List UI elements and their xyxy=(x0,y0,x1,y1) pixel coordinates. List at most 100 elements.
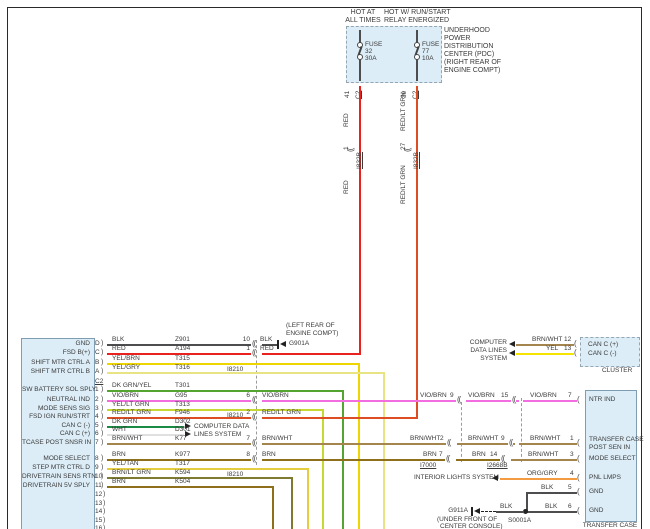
wire-pin: 5 xyxy=(568,484,572,491)
wire-color: BRN xyxy=(112,451,126,458)
wire-color: YEL/LT GRN xyxy=(112,401,150,408)
wire-label: BRN xyxy=(423,451,437,458)
module-pin-label: MODE SELECT xyxy=(43,455,90,462)
wire-bw-seg-mode xyxy=(511,459,579,461)
inline-connector-symbol xyxy=(251,349,257,357)
wire-red-label-1: RED xyxy=(343,113,350,127)
inline-connector-rlg-pin: 27 xyxy=(400,142,407,150)
inline-connector-red-pin: 1 xyxy=(343,146,350,150)
hot-at-all-times-label: HOT AT xyxy=(350,9,376,16)
fuse32-rating: 30A xyxy=(365,55,377,62)
wiring-diagram: HOT AT ALL TIMES HOT W/ RUN/START RELAY … xyxy=(0,0,650,529)
wire-orggry xyxy=(500,478,579,480)
wire-pin: 7 xyxy=(568,392,572,399)
wire-red-feed xyxy=(359,86,361,355)
ground-g911a-label: G911A xyxy=(448,507,468,514)
wire-vio-seg2 xyxy=(262,400,458,402)
module-pin-id: 6 xyxy=(95,430,99,437)
wire-pin: 14 xyxy=(490,451,498,458)
module-pin-id: 16 xyxy=(95,525,103,529)
inline-connector-red-id: I832B xyxy=(356,152,363,169)
module-pin-id: A xyxy=(95,368,100,375)
module-cavity xyxy=(103,491,105,499)
wire-label: BRN xyxy=(472,451,486,458)
module-pin-label: SHIFT MTR CTRL A xyxy=(31,359,90,366)
interior-lights-label: INTERIOR LIGHTS SYSTEM xyxy=(414,474,499,481)
offpage-arrow-icon xyxy=(509,350,515,356)
module-pin-label: MODE SENS SIG xyxy=(37,405,90,412)
module-cavity xyxy=(101,464,103,472)
wire-label: VIO/BRN xyxy=(262,392,289,399)
wire-color: DK GRN xyxy=(112,418,138,425)
wire-redltgrn-label-2: RED/LT GRN xyxy=(400,165,407,204)
wire-brnltgrn-drop xyxy=(291,477,293,529)
pdc-caption-2: POWER xyxy=(444,35,471,42)
module-pin-label: STEP MTR CTRL D xyxy=(32,464,90,471)
wire-pin: 12 xyxy=(564,336,572,343)
wire-label: BRN/WHT xyxy=(410,435,441,442)
wire-brn-k504 xyxy=(107,486,274,488)
module-cavity xyxy=(101,405,103,413)
wire-pin: 2 xyxy=(440,435,444,442)
module-pin-label: GND xyxy=(75,340,90,347)
module-cavity xyxy=(101,439,103,447)
module-pin-id: 1 xyxy=(95,386,99,393)
inline-connector-id: I7000 xyxy=(420,462,437,469)
wire-label: RED/LT GRN xyxy=(262,409,301,416)
wire-color: BLK xyxy=(541,484,554,491)
module-pin-id: 5 xyxy=(95,422,99,429)
wire-color: RED xyxy=(112,345,126,352)
module-pin-id: 12 xyxy=(95,491,103,498)
module-pin-label: SW BATTERY SOL SPLY xyxy=(22,386,97,393)
wire-out-color: BLK xyxy=(260,336,273,343)
wire-out-pin: 2 xyxy=(246,409,250,416)
module-pin-label: CAN C (+) xyxy=(59,430,90,437)
wire-circuit: G95 xyxy=(175,392,188,399)
wire-red-label-2: RED xyxy=(343,180,350,194)
wire-color: BRN xyxy=(112,478,126,485)
wire-rlg-to-feed xyxy=(262,417,418,419)
wire-blk-splice-left xyxy=(496,511,524,513)
wire-color: YEL/TAN xyxy=(112,460,139,467)
module-pin-label: NEUTRAL IND xyxy=(46,396,90,403)
tcase-pin-mode-select: MODE SELECT xyxy=(589,455,636,462)
module-pin-id: 8 xyxy=(95,455,99,462)
ground-symbol-arrow xyxy=(280,341,286,347)
wire-circuit: K594 xyxy=(175,469,191,476)
module-pin-id: B xyxy=(95,359,100,366)
wire-out-pin: 10 xyxy=(242,336,250,343)
computer-data-system-label2: DATA LINES xyxy=(470,347,507,354)
module-pin-id: 15 xyxy=(95,517,103,524)
wire-color: DK GRN/YEL xyxy=(112,382,152,389)
module-pin-id: 7 xyxy=(95,439,99,446)
module-cavity xyxy=(103,517,105,525)
pdc-caption-3: DISTRIBUTION xyxy=(444,43,494,50)
wire-ylbrn-t315 xyxy=(107,363,359,365)
wire-bw-seg4 xyxy=(519,443,579,445)
wire-circuit: T315 xyxy=(175,355,190,362)
module-pin-id: D xyxy=(95,340,100,347)
module-cavity xyxy=(103,525,105,529)
inline-connector-symbol xyxy=(511,396,517,404)
hot-runstart-label: HOT W/ RUN/START xyxy=(384,9,451,16)
inline-connector-symbol xyxy=(456,396,462,404)
inline-connector-symbol xyxy=(251,439,257,447)
module-cavity xyxy=(101,413,103,421)
box-cavity-symbol xyxy=(577,507,580,515)
ground-symbol-bar xyxy=(471,507,473,516)
wire-label: VIO/BRN xyxy=(530,392,557,399)
wire-bw-seg3 xyxy=(457,443,515,445)
wire-label: BRN/WHT xyxy=(528,451,559,458)
module-cavity xyxy=(101,368,103,376)
wire-bw-k77 xyxy=(107,443,254,445)
module-cavity xyxy=(101,340,103,348)
tcase-pin-gnd5: GND xyxy=(589,488,604,495)
ground-g901a-location: (LEFT REAR OF xyxy=(286,322,335,329)
pdc-caption-6: ENGINE COMPT) xyxy=(444,67,501,74)
module-cavity xyxy=(103,508,105,516)
module-pin-label: CAN C (-) xyxy=(61,422,90,429)
wire-circuit: T317 xyxy=(175,460,190,467)
wire-circuit: K977 xyxy=(175,451,191,458)
computer-data-system-label: COMPUTER xyxy=(469,339,507,346)
pdc-caption-1: UNDERHOOD xyxy=(444,27,490,34)
